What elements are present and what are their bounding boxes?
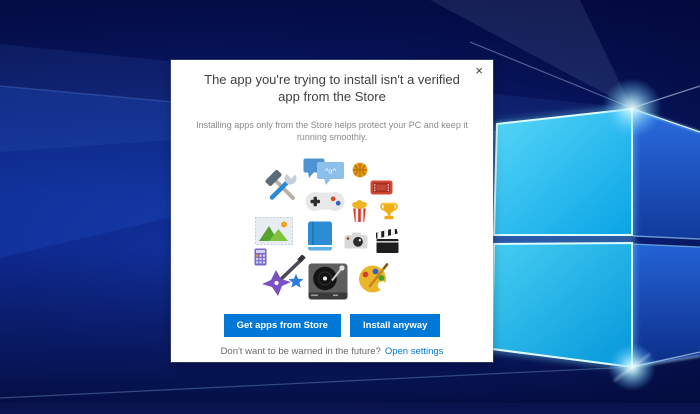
- camera-icon: [344, 232, 368, 249]
- dialog-title: The app you're trying to install isn't a…: [171, 72, 493, 105]
- picture-icon: [255, 217, 293, 245]
- dialog-title-line2: app from the Store: [278, 88, 386, 104]
- turntable-icon: [308, 263, 348, 300]
- tools-icon: [265, 169, 297, 200]
- basketball-icon: [352, 162, 368, 178]
- dialog-title-line1: The app you're trying to install isn't a…: [204, 72, 460, 87]
- clapperboard-icon: [376, 229, 399, 253]
- open-settings-link[interactable]: Open settings: [385, 346, 444, 357]
- book-icon: [308, 221, 332, 251]
- palette-icon: [359, 263, 389, 293]
- dialog-footer: Don't want to be warned in the future? Op…: [171, 346, 493, 357]
- star-icon: [288, 273, 304, 288]
- trophy-icon: [380, 202, 398, 220]
- get-apps-from-store-button[interactable]: Get apps from Store: [223, 314, 341, 337]
- install-anyway-button[interactable]: Install anyway: [349, 314, 441, 337]
- chat-emoticon-text: ^o^: [325, 167, 337, 176]
- dialog-subtitle-line1: Installing apps only from the Store help…: [196, 120, 468, 130]
- game-controller-icon: [305, 192, 345, 211]
- desktop: × The app you're trying to install isn't…: [0, 0, 700, 414]
- dialog-subtitle: Installing apps only from the Store help…: [171, 120, 493, 143]
- app-icon-collage: ^o^: [207, 156, 457, 306]
- ticket-icon: [370, 180, 393, 195]
- footer-question: Don't want to be warned in the future?: [220, 346, 381, 357]
- dialog-subtitle-line2: running smoothly.: [296, 131, 368, 142]
- store-warning-dialog: × The app you're trying to install isn't…: [171, 60, 493, 362]
- chat-bubbles-icon: ^o^: [303, 158, 344, 185]
- popcorn-icon: [352, 200, 367, 222]
- dialog-buttons: Get apps from Store Install anyway: [171, 314, 493, 337]
